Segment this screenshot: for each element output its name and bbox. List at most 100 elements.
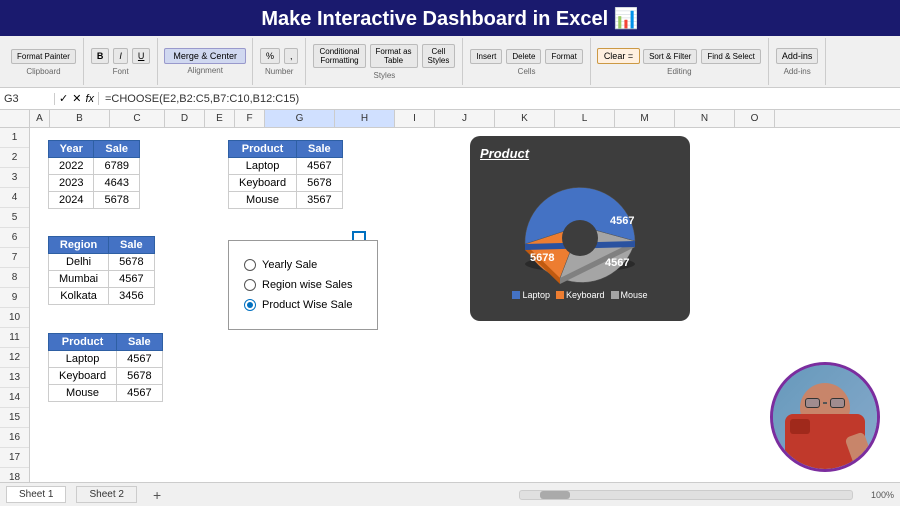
insert-button[interactable]: Insert <box>470 49 502 64</box>
cells-label: Cells <box>518 67 536 76</box>
radio-container: Yearly Sale Region wise Sales Product Wi… <box>228 240 378 330</box>
italic-button[interactable]: I <box>113 48 128 64</box>
table-row: Kolkata3456 <box>49 288 155 305</box>
person-glasses <box>805 398 845 408</box>
radio-region-wise[interactable]: Region wise Sales <box>244 279 362 291</box>
row-15: 15 <box>0 408 29 428</box>
editing-label: Editing <box>667 67 691 76</box>
scroll-thumb <box>540 491 570 499</box>
horizontal-scrollbar[interactable] <box>519 490 853 500</box>
cancel-icon: ✕ <box>72 92 81 105</box>
font-section: B I U Font <box>84 38 159 85</box>
pie-center-hole <box>562 220 598 256</box>
col-header-j: J <box>435 110 495 127</box>
row-18: 18 <box>0 468 29 482</box>
table-row: Keyboard5678 <box>49 368 163 385</box>
find-select-button[interactable]: Find & Select <box>701 49 761 64</box>
add-sheet-button[interactable]: + <box>147 485 167 505</box>
alignment-section: Merge & Center Alignment <box>158 38 253 85</box>
alignment-label: Alignment <box>187 66 223 75</box>
col-header-o: O <box>735 110 775 127</box>
addins-button[interactable]: Add-ins <box>776 48 819 64</box>
row-16: 16 <box>0 428 29 448</box>
sheet-tab-1[interactable]: Sheet 1 <box>6 486 66 503</box>
cell-reference[interactable]: G3 <box>0 93 55 105</box>
merge-center-button[interactable]: Merge & Center <box>164 48 246 64</box>
col-header-i: I <box>395 110 435 127</box>
format-button[interactable]: Format <box>545 49 582 64</box>
col-header-a: A <box>30 110 50 127</box>
format-table-button[interactable]: Format asTable <box>370 44 418 68</box>
zoom-control: 100% <box>871 490 894 500</box>
table-row: Keyboard5678 <box>229 175 343 192</box>
col-header-h: H <box>335 110 395 127</box>
laptop-value-label: 4567 <box>610 215 634 227</box>
chart-container: Product <box>470 136 690 321</box>
product-col-header: Product <box>49 334 117 351</box>
clipboard-label: Clipboard <box>26 67 60 76</box>
row-6: 6 <box>0 228 29 248</box>
product2-col-header: Product <box>229 141 297 158</box>
row-13: 13 <box>0 368 29 388</box>
pie-chart-svg: 4567 5678 4567 <box>500 166 660 286</box>
region-col-header: Region <box>49 237 109 254</box>
sheet-tab-2[interactable]: Sheet 2 <box>76 486 136 503</box>
table-row: 20226789 <box>49 158 140 175</box>
styles-section: ConditionalFormatting Format asTable Cel… <box>306 38 463 85</box>
col-header-e: E <box>205 110 235 127</box>
radio-label-region: Region wise Sales <box>262 279 353 291</box>
grid-area: Year Sale 20226789 20234643 20245678 Reg… <box>30 128 900 482</box>
col-header-m: M <box>615 110 675 127</box>
radio-yearly-sale[interactable]: Yearly Sale <box>244 259 362 271</box>
row-5: 5 <box>0 208 29 228</box>
radio-circle-region[interactable] <box>244 279 256 291</box>
chart-title: Product <box>480 146 680 161</box>
radio-circle-product[interactable] <box>244 299 256 311</box>
person-avatar <box>770 362 880 472</box>
legend-mouse-dot <box>611 291 619 299</box>
delete-button[interactable]: Delete <box>506 49 541 64</box>
mouse-value-label: 4567 <box>605 257 629 269</box>
sort-filter-button[interactable]: Sort & Filter <box>643 49 697 64</box>
number-section: % , Number <box>253 38 307 85</box>
underline-button[interactable]: U <box>132 48 151 64</box>
product-table-left: Product Sale Laptop4567 Keyboard5678 Mou… <box>48 333 163 402</box>
row-1: 1 <box>0 128 29 148</box>
table-row: Laptop4567 <box>229 158 343 175</box>
table-row: 20234643 <box>49 175 140 192</box>
region-sale-col-header: Sale <box>109 237 154 254</box>
year-sale-col-header: Sale <box>94 141 139 158</box>
col-header-g: G <box>265 110 335 127</box>
comma-button[interactable]: , <box>284 48 299 64</box>
col-header-f: F <box>235 110 265 127</box>
title-bar: Make Interactive Dashboard in Excel 📊 <box>0 0 900 36</box>
legend-laptop-label: Laptop <box>522 290 550 300</box>
addins-section: Add-ins Add-ins <box>769 38 827 85</box>
cell-styles-button[interactable]: CellStyles <box>422 44 456 68</box>
table-row: Mouse4567 <box>49 385 163 402</box>
col-header-k: K <box>495 110 555 127</box>
row-14: 14 <box>0 388 29 408</box>
radio-circle-yearly[interactable] <box>244 259 256 271</box>
formula-content[interactable]: =CHOOSE(E2,B2:C5,B7:C10,B12:C15) <box>99 93 900 105</box>
year-table: Year Sale 20226789 20234643 20245678 <box>48 140 140 209</box>
col-header-n: N <box>675 110 735 127</box>
legend-laptop: Laptop <box>512 290 550 300</box>
radio-label-product: Product Wise Sale <box>262 299 352 311</box>
table-row: Mouse3567 <box>229 192 343 209</box>
column-headers: A B C D E F G H I J K L M N O <box>0 110 900 128</box>
spreadsheet-area: 1 2 3 4 5 6 7 8 9 10 11 12 13 14 15 16 1… <box>0 128 900 482</box>
status-bar: Sheet 1 Sheet 2 + 100% <box>0 482 900 506</box>
bold-button[interactable]: B <box>91 48 110 64</box>
col-header-b: B <box>50 110 110 127</box>
percent-button[interactable]: % <box>260 48 280 64</box>
clear-button[interactable]: Clear = <box>597 48 640 64</box>
table-row: Mumbai4567 <box>49 271 155 288</box>
table-row: Laptop4567 <box>49 351 163 368</box>
year-col-header: Year <box>49 141 94 158</box>
addins-label: Add-ins <box>784 67 811 76</box>
checkmark-icon: ✓ <box>59 92 68 105</box>
conditional-format-button[interactable]: ConditionalFormatting <box>313 44 365 68</box>
radio-product-wise[interactable]: Product Wise Sale <box>244 299 362 311</box>
format-painter-button[interactable]: Format Painter <box>11 49 76 64</box>
